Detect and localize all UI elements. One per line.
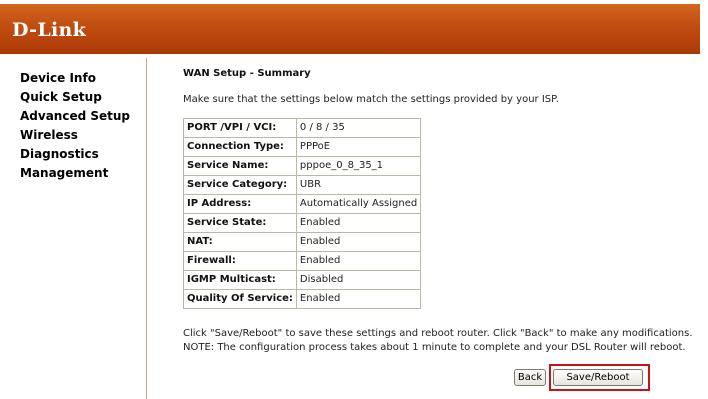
table-row: Connection Type: PPPoE xyxy=(183,137,422,157)
sidebar: Device Info Quick Setup Advanced Setup W… xyxy=(0,58,147,399)
header-bar: D-Link xyxy=(0,4,700,54)
sidebar-item-advanced-setup[interactable]: Advanced Setup xyxy=(20,107,130,126)
row-label: IP Address: xyxy=(183,194,297,214)
row-value: UBR xyxy=(295,175,422,195)
instruction-note-reboot: NOTE: The configuration process takes ab… xyxy=(183,342,686,353)
sidebar-item-device-info[interactable]: Device Info xyxy=(20,69,130,88)
row-label: PORT /VPI / VCI: xyxy=(183,118,297,138)
table-row: IGMP Multicast: Disabled xyxy=(183,270,422,290)
main-content: WAN Setup - Summary Make sure that the s… xyxy=(147,58,700,399)
row-value: Enabled xyxy=(295,289,422,309)
table-row: Firewall: Enabled xyxy=(183,251,422,271)
sidebar-nav: Device Info Quick Setup Advanced Setup W… xyxy=(20,69,130,183)
table-row: Service Category: UBR xyxy=(183,175,422,195)
row-value: 0 / 8 / 35 xyxy=(295,118,422,138)
row-value: Enabled xyxy=(295,251,422,271)
page-title: WAN Setup - Summary xyxy=(183,68,311,79)
save-reboot-button[interactable]: Save/Reboot xyxy=(553,369,643,386)
row-label: NAT: xyxy=(183,232,297,252)
row-label: Connection Type: xyxy=(183,137,297,157)
row-value: Disabled xyxy=(295,270,422,290)
table-row: PORT /VPI / VCI: 0 / 8 / 35 xyxy=(183,118,422,138)
row-label: IGMP Multicast: xyxy=(183,270,297,290)
row-label: Service State: xyxy=(183,213,297,233)
sidebar-item-diagnostics[interactable]: Diagnostics xyxy=(20,145,130,164)
table-row: Service State: Enabled xyxy=(183,213,422,233)
back-button[interactable]: Back xyxy=(514,369,546,386)
table-row: IP Address: Automatically Assigned xyxy=(183,194,422,214)
table-row: Service Name: pppoe_0_8_35_1 xyxy=(183,156,422,176)
sidebar-item-quick-setup[interactable]: Quick Setup xyxy=(20,88,130,107)
table-row: Quality Of Service: Enabled xyxy=(183,289,422,309)
row-value: PPPoE xyxy=(295,137,422,157)
instruction-text: Make sure that the settings below match … xyxy=(183,94,559,105)
row-label: Service Name: xyxy=(183,156,297,176)
row-label: Service Category: xyxy=(183,175,297,195)
row-value: pppoe_0_8_35_1 xyxy=(295,156,422,176)
summary-table: PORT /VPI / VCI: 0 / 8 / 35 Connection T… xyxy=(183,118,422,309)
row-value: Enabled xyxy=(295,232,422,252)
sidebar-item-wireless[interactable]: Wireless xyxy=(20,126,130,145)
row-value: Automatically Assigned xyxy=(295,194,422,214)
row-label: Firewall: xyxy=(183,251,297,271)
dlink-logo: D-Link xyxy=(12,19,87,41)
table-row: NAT: Enabled xyxy=(183,232,422,252)
row-value: Enabled xyxy=(295,213,422,233)
sidebar-item-management[interactable]: Management xyxy=(20,164,130,183)
instruction-note-save: Click "Save/Reboot" to save these settin… xyxy=(183,328,693,339)
row-label: Quality Of Service: xyxy=(183,289,297,309)
